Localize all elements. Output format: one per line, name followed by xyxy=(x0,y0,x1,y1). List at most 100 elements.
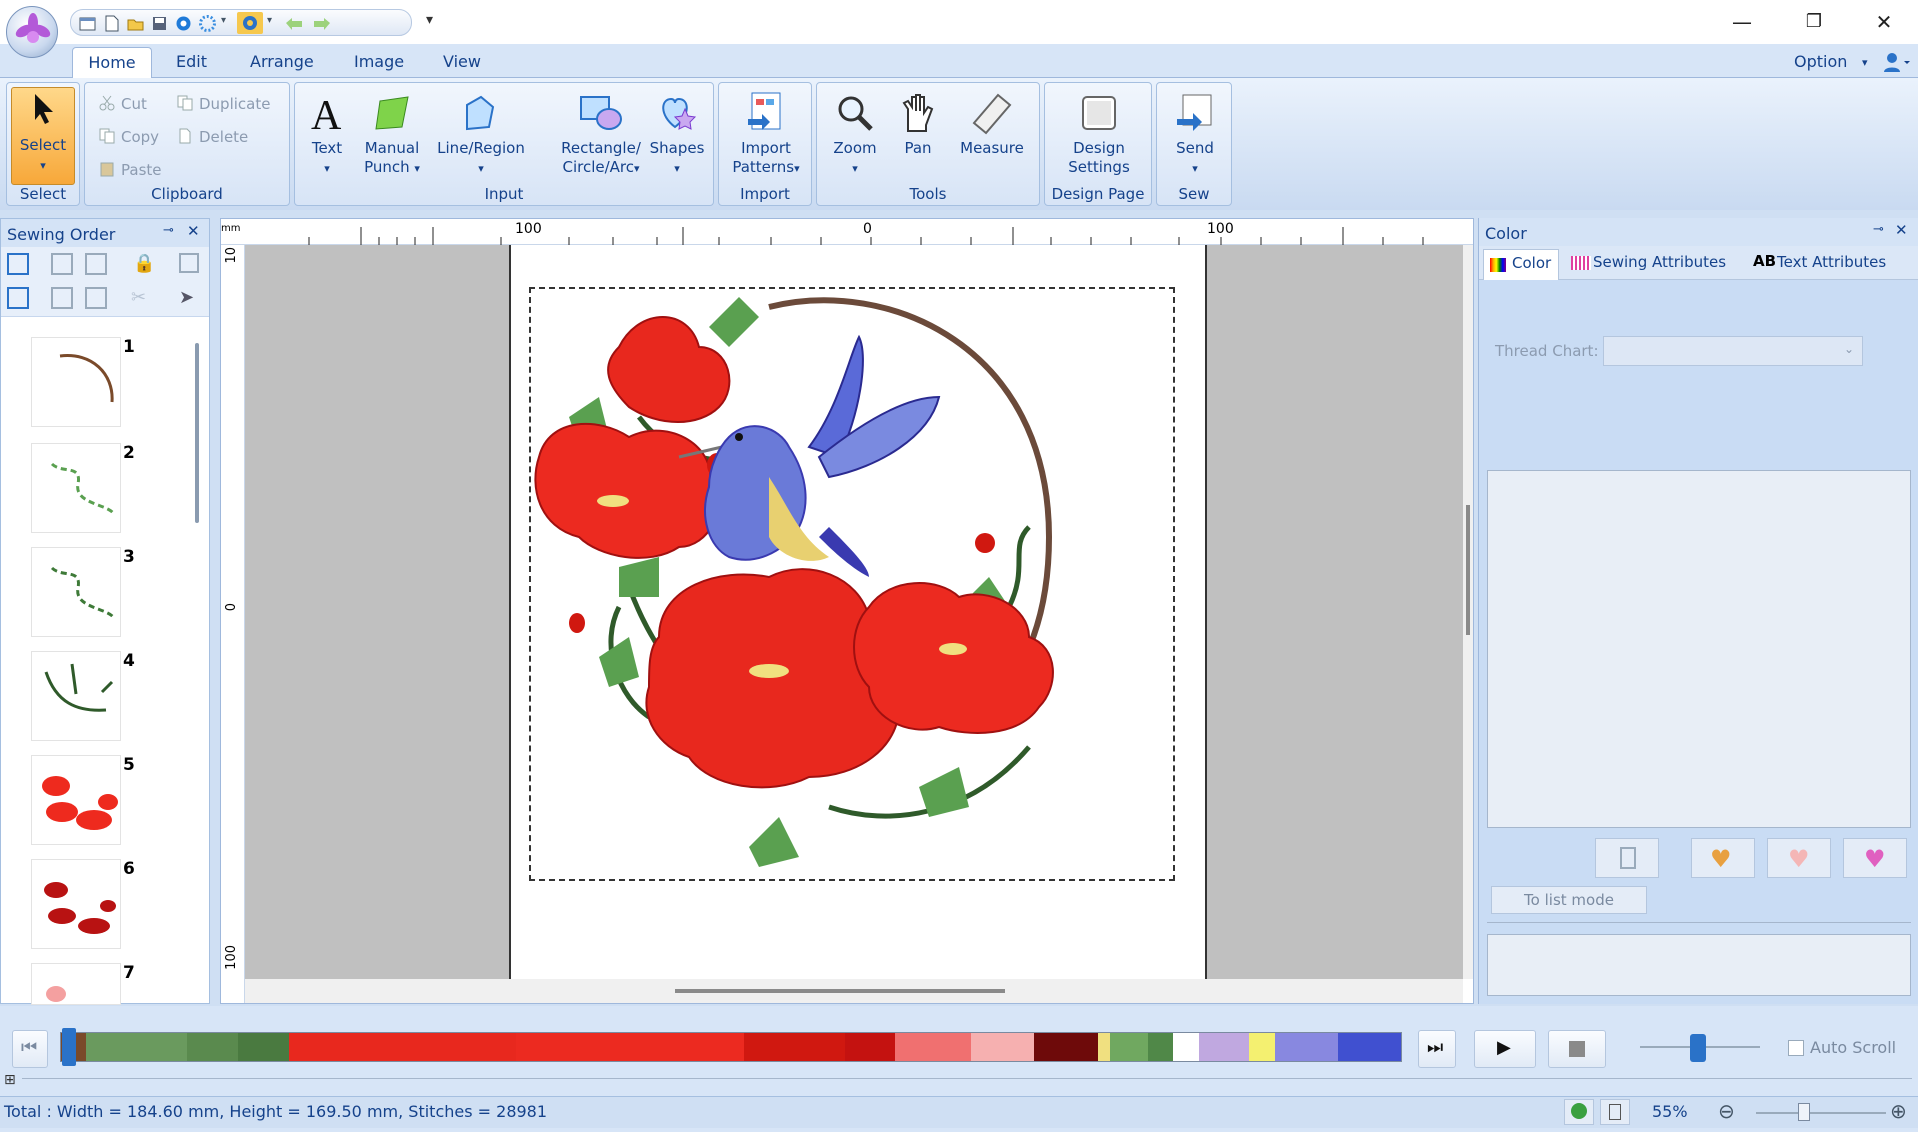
rectangle-circle-arc-button[interactable]: Rectangle/Circle/Arc▾ xyxy=(559,91,643,178)
measure-button[interactable]: Measure xyxy=(951,91,1033,158)
thread-color-segment[interactable] xyxy=(844,1033,896,1061)
thread-color-segment[interactable] xyxy=(86,1033,188,1061)
qat-customize-icon[interactable]: ▾ xyxy=(426,12,433,28)
zoom-out-icon[interactable]: ⊖ xyxy=(1718,1099,1735,1123)
sequence-thumbnail[interactable] xyxy=(31,337,121,427)
split-icon[interactable] xyxy=(85,287,107,309)
minimize-button[interactable]: — xyxy=(1728,8,1756,36)
gear-pattern-icon[interactable] xyxy=(199,15,216,32)
go-to-end-button[interactable]: ⏭ xyxy=(1418,1030,1456,1068)
go-to-start-button[interactable]: ⏮ xyxy=(12,1030,48,1068)
scrollbar-thumb[interactable] xyxy=(1466,505,1470,635)
shapes-button[interactable]: Shapes ▾ xyxy=(647,91,707,178)
design-settings-button[interactable]: Design Settings xyxy=(1053,91,1145,177)
merge-icon[interactable] xyxy=(51,287,73,309)
stitch-icon[interactable] xyxy=(175,15,192,32)
text-button[interactable]: A Text ▾ xyxy=(303,91,351,178)
play-button[interactable]: ▶ xyxy=(1474,1030,1536,1068)
option-menu[interactable]: Option xyxy=(1794,52,1847,71)
option-dropdown-icon[interactable]: ▾ xyxy=(1862,56,1868,69)
delete-button[interactable]: Delete xyxy=(177,126,248,148)
close-icon[interactable]: ✕ xyxy=(187,222,200,240)
color-list[interactable] xyxy=(1487,470,1911,828)
thread-color-segment[interactable] xyxy=(516,1033,744,1061)
close-icon[interactable]: ✕ xyxy=(1895,221,1908,239)
to-list-mode-button[interactable]: To list mode xyxy=(1491,886,1647,914)
paste-button[interactable]: Paste xyxy=(99,159,162,181)
move-back-icon[interactable] xyxy=(85,253,107,275)
strip-slider-thumb[interactable] xyxy=(62,1028,76,1066)
redo-icon[interactable] xyxy=(311,15,333,32)
tab-sewing-attributes[interactable]: Sewing Attributes xyxy=(1593,253,1726,271)
scrollbar-thumb[interactable] xyxy=(675,989,1005,993)
scrollbar-thumb[interactable] xyxy=(195,343,199,523)
user-icon[interactable] xyxy=(1882,52,1912,72)
heart-light-button[interactable]: ♥ xyxy=(1767,838,1831,878)
save-icon[interactable] xyxy=(151,15,168,32)
zoom-button[interactable]: Zoom ▾ xyxy=(827,91,883,178)
realistic-view-button[interactable] xyxy=(1564,1099,1594,1125)
sequence-thumbnail[interactable] xyxy=(31,755,121,845)
tab-view[interactable]: View xyxy=(443,52,481,71)
zoom-in-icon[interactable]: ⊕ xyxy=(1890,1099,1907,1123)
import-patterns-button[interactable]: Import Patterns▾ xyxy=(727,91,805,178)
copy-button[interactable]: Copy xyxy=(99,126,159,148)
cut-button[interactable]: Cut xyxy=(99,93,147,115)
tab-color[interactable]: Color xyxy=(1483,249,1559,280)
thread-color-segment[interactable] xyxy=(1337,1033,1401,1061)
dropdown-arrow-icon[interactable]: ▾ xyxy=(267,15,284,32)
pin-icon[interactable]: ⊸ xyxy=(1873,222,1884,237)
frame-icon[interactable] xyxy=(179,253,199,273)
sequence-thumbnail[interactable] xyxy=(31,963,121,1005)
heart-scissors-button[interactable]: ♥ xyxy=(1691,838,1755,878)
lock-icon[interactable]: 🔒 xyxy=(133,253,155,274)
pin-icon[interactable]: ⊸ xyxy=(163,223,174,238)
sequence-thumbnail[interactable] xyxy=(31,859,121,949)
thread-color-segment[interactable] xyxy=(237,1033,289,1061)
tab-arrange[interactable]: Arrange xyxy=(250,52,314,71)
open-folder-icon[interactable] xyxy=(127,15,144,32)
manual-punch-button[interactable]: Manual Punch ▾ xyxy=(361,91,423,178)
thread-color-segment[interactable] xyxy=(1173,1033,1199,1061)
thread-color-segment[interactable] xyxy=(1110,1033,1149,1061)
vertical-scrollbar[interactable] xyxy=(1463,245,1473,979)
tab-home[interactable]: Home xyxy=(72,47,152,79)
thread-chart-select[interactable]: ⌄ xyxy=(1603,336,1863,366)
group-icon[interactable] xyxy=(7,287,29,309)
pan-button[interactable]: Pan xyxy=(893,91,943,158)
sequence-thumbnail[interactable] xyxy=(31,651,121,741)
zoom-slider-track[interactable] xyxy=(1756,1112,1886,1114)
sequence-thumbnail[interactable] xyxy=(31,547,121,637)
thread-color-segment[interactable] xyxy=(971,1033,1035,1061)
thread-color-segment[interactable] xyxy=(743,1033,845,1061)
thread-color-segment[interactable] xyxy=(1274,1033,1338,1061)
circle-tool-icon[interactable] xyxy=(237,12,263,34)
undo-icon[interactable] xyxy=(283,15,305,32)
expand-icon[interactable]: ⊞ xyxy=(4,1072,16,1088)
pointer-icon[interactable]: ➤ xyxy=(179,287,194,308)
send-button[interactable]: Send ▾ xyxy=(1165,91,1225,178)
thread-color-segment[interactable] xyxy=(895,1033,972,1061)
line-region-button[interactable]: Line/Region ▾ xyxy=(433,91,529,178)
new-file-icon[interactable] xyxy=(103,15,120,32)
tab-edit[interactable]: Edit xyxy=(176,52,207,71)
design-canvas[interactable]: mm 100 0 100 10 0 100 xyxy=(220,218,1474,1004)
tab-image[interactable]: Image xyxy=(354,52,404,71)
close-button[interactable]: ✕ xyxy=(1870,8,1898,36)
tab-text-attributes[interactable]: Text Attributes xyxy=(1777,253,1886,271)
color-strip[interactable] xyxy=(60,1032,1402,1062)
thread-color-segment[interactable] xyxy=(288,1033,517,1061)
restore-button[interactable]: ❐ xyxy=(1800,8,1828,36)
speed-slider-thumb[interactable] xyxy=(1690,1034,1706,1062)
design-page[interactable] xyxy=(509,245,1207,979)
fit-view-icon[interactable] xyxy=(7,253,29,275)
horizontal-scrollbar[interactable] xyxy=(245,979,1463,1003)
thread-color-segment[interactable] xyxy=(1249,1033,1275,1061)
thread-color-segment[interactable] xyxy=(1034,1033,1098,1061)
thread-color-segment[interactable] xyxy=(1097,1033,1111,1061)
thread-color-segment[interactable] xyxy=(1198,1033,1250,1061)
dropdown-arrow-icon[interactable]: ▾ xyxy=(221,15,238,32)
app-menu-button[interactable] xyxy=(6,6,58,58)
auto-scroll-checkbox[interactable] xyxy=(1788,1040,1804,1056)
zoom-slider-thumb[interactable] xyxy=(1798,1103,1810,1121)
